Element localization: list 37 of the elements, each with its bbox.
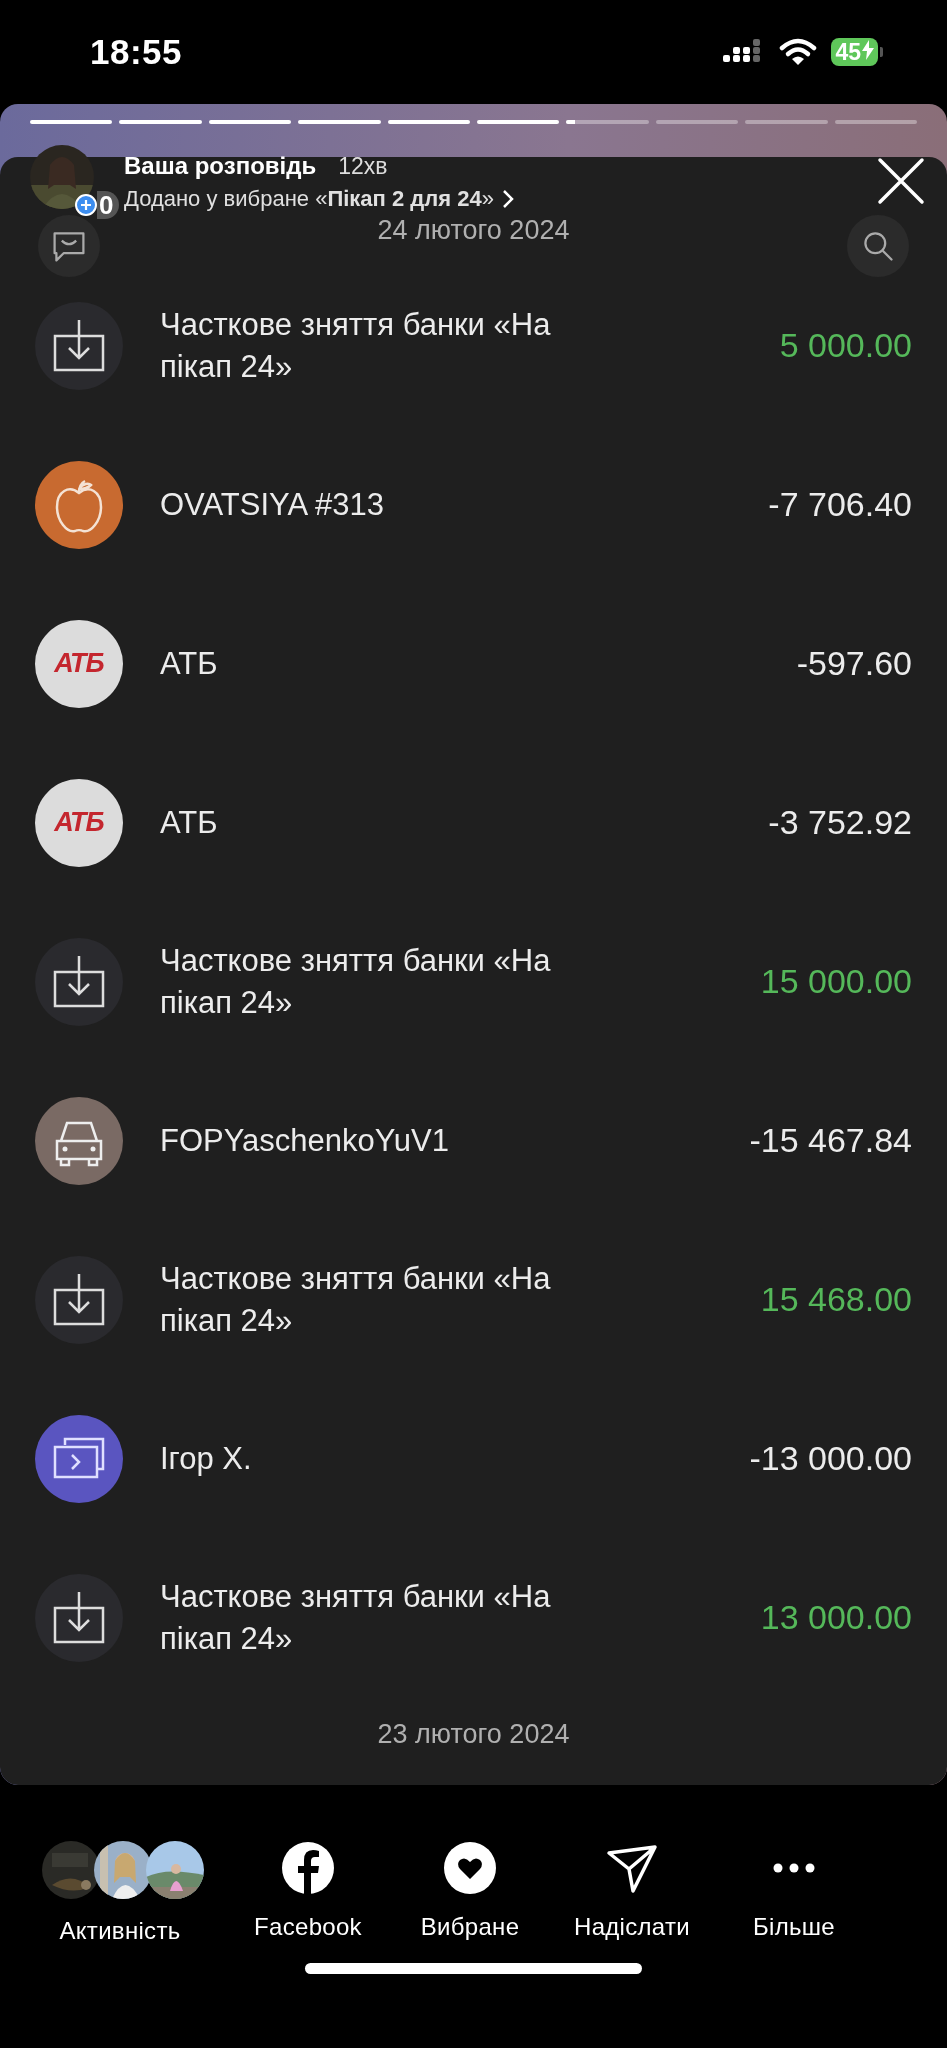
date-header: 24 лютого 2024 — [377, 215, 570, 246]
transaction-title: Часткове зняття банки «На пікап 24» — [160, 941, 552, 1022]
transaction-title: АТБ — [160, 644, 219, 683]
transaction-title: OVATSIYA #313 — [160, 485, 385, 524]
story-time: 12хв — [338, 153, 388, 180]
clock-time: 18:55 — [90, 32, 183, 72]
wifi-icon — [779, 38, 818, 66]
activity-label[interactable]: Активність — [59, 1917, 181, 1945]
transaction-amount: 5 000.00 — [779, 326, 912, 365]
transaction-amount: -7 706.40 — [768, 485, 912, 524]
share-action-button[interactable]: Надіслати — [552, 1841, 712, 1941]
transaction-title: Часткове зняття банки «На пікап 24» — [160, 1259, 552, 1340]
story-author: Ваша розповідь — [124, 152, 317, 180]
transaction-amount: -13 000.00 — [749, 1439, 912, 1478]
more-icon — [773, 1863, 815, 1873]
transaction-title: FOPYaschenkoYuV1 — [160, 1121, 450, 1160]
transaction-title: АТБ — [160, 803, 219, 842]
more-button[interactable]: Більше — [714, 1841, 874, 1941]
chevron-right-icon[interactable] — [501, 189, 514, 209]
transaction-amount: -15 467.84 — [749, 1121, 912, 1160]
transaction-amount: -3 752.92 — [768, 803, 912, 842]
transaction-amount: 13 000.00 — [760, 1598, 912, 1637]
transaction-amount: 15 468.00 — [760, 1280, 912, 1319]
close-icon[interactable] — [877, 157, 925, 205]
transaction-amount: 15 000.00 — [760, 962, 912, 1001]
share-action-button[interactable]: Facebook — [228, 1841, 388, 1941]
saved-note: Додано у вибране «Пікап 2 для 24» — [124, 186, 494, 212]
date-header: 23 лютого 2024 — [376, 1719, 571, 1750]
facebook-logo-icon — [281, 1841, 335, 1895]
share-action-button[interactable]: Вибране — [390, 1841, 550, 1941]
transaction-title: Часткове зняття банки «На пікап 24» — [160, 305, 552, 386]
count-badge: 0 — [97, 191, 120, 219]
store-logo: АТБ — [35, 619, 123, 708]
transaction-title: Часткове зняття банки «На пікап 24» — [160, 1577, 552, 1658]
transaction-title: Ігор Х. — [160, 1439, 253, 1478]
store-logo: АТБ — [35, 778, 123, 867]
transaction-amount: -597.60 — [796, 644, 912, 683]
